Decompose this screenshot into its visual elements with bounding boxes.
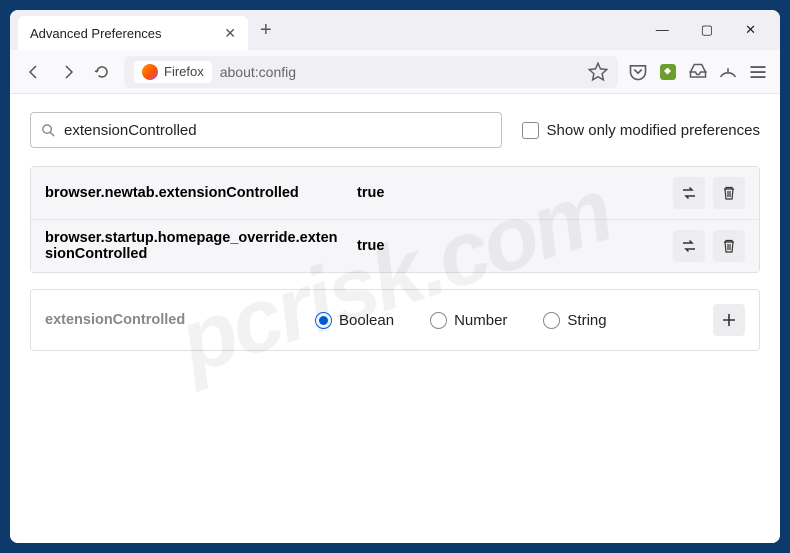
toggle-button[interactable] bbox=[673, 230, 705, 262]
pocket-icon[interactable] bbox=[628, 62, 648, 82]
checkbox-label: Show only modified preferences bbox=[547, 122, 760, 139]
close-tab-icon[interactable]: ✕ bbox=[224, 25, 236, 42]
identity-label: Firefox bbox=[164, 64, 204, 79]
delete-button[interactable] bbox=[713, 177, 745, 209]
radio-icon bbox=[430, 312, 447, 329]
titlebar: Advanced Preferences ✕ + — ▢ ✕ bbox=[10, 10, 780, 50]
radio-boolean[interactable]: Boolean bbox=[315, 312, 394, 329]
pref-row: browser.startup.homepage_override.extens… bbox=[31, 220, 759, 272]
url-text: about:config bbox=[220, 64, 580, 80]
radio-string[interactable]: String bbox=[543, 312, 606, 329]
pref-value: true bbox=[357, 238, 661, 254]
tab-title: Advanced Preferences bbox=[30, 26, 162, 41]
pref-name: browser.newtab.extensionControlled bbox=[45, 185, 345, 201]
firefox-icon bbox=[142, 64, 158, 80]
add-pref-name: extensionControlled bbox=[45, 312, 295, 328]
toggle-button[interactable] bbox=[673, 177, 705, 209]
type-radio-group: Boolean Number String bbox=[315, 312, 693, 329]
window-controls: — ▢ ✕ bbox=[656, 22, 772, 38]
search-input[interactable] bbox=[64, 122, 491, 139]
add-pref-section: extensionControlled Boolean Number Strin… bbox=[30, 289, 760, 351]
pref-row: browser.newtab.extensionControlled true bbox=[31, 167, 759, 220]
delete-button[interactable] bbox=[713, 230, 745, 262]
radio-icon bbox=[315, 312, 332, 329]
about-config-content: Show only modified preferences browser.n… bbox=[10, 94, 780, 543]
show-modified-checkbox[interactable]: Show only modified preferences bbox=[522, 122, 760, 139]
reload-button[interactable] bbox=[90, 60, 114, 84]
search-box[interactable] bbox=[30, 112, 502, 148]
pref-value: true bbox=[357, 185, 661, 201]
search-icon bbox=[41, 123, 56, 138]
radio-number[interactable]: Number bbox=[430, 312, 507, 329]
checkbox-icon bbox=[522, 122, 539, 139]
activity-icon[interactable] bbox=[718, 62, 738, 82]
add-button[interactable] bbox=[713, 304, 745, 336]
back-button[interactable] bbox=[22, 60, 46, 84]
menu-button[interactable] bbox=[748, 62, 768, 82]
pref-name: browser.startup.homepage_override.extens… bbox=[45, 230, 345, 262]
new-tab-button[interactable]: + bbox=[260, 19, 272, 42]
forward-button[interactable] bbox=[56, 60, 80, 84]
browser-tab[interactable]: Advanced Preferences ✕ bbox=[18, 16, 248, 50]
minimize-button[interactable]: — bbox=[656, 22, 669, 38]
address-bar[interactable]: Firefox about:config bbox=[124, 56, 618, 88]
bookmark-star-icon[interactable] bbox=[588, 62, 608, 82]
inbox-icon[interactable] bbox=[688, 62, 708, 82]
navigation-toolbar: Firefox about:config bbox=[10, 50, 780, 94]
identity-box[interactable]: Firefox bbox=[134, 61, 212, 83]
extension-icon[interactable] bbox=[658, 62, 678, 82]
maximize-button[interactable]: ▢ bbox=[701, 22, 713, 38]
radio-icon bbox=[543, 312, 560, 329]
prefs-list: browser.newtab.extensionControlled true … bbox=[30, 166, 760, 273]
close-window-button[interactable]: ✕ bbox=[745, 22, 756, 38]
